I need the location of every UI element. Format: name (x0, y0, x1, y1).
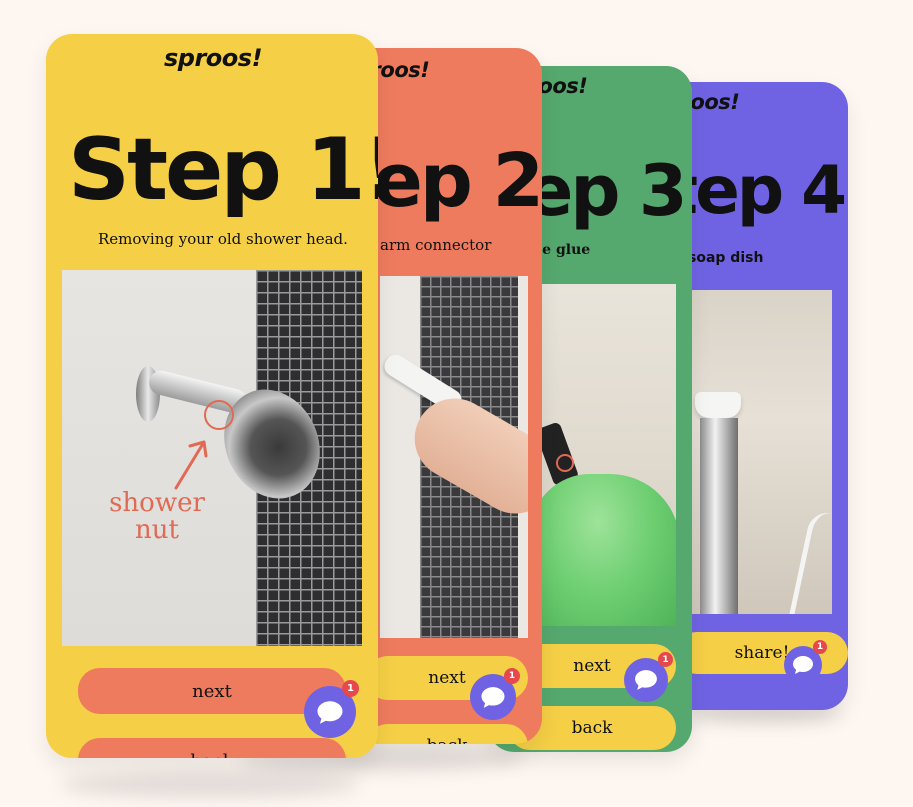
chat-bubble-icon (317, 700, 343, 724)
green-glove (540, 474, 676, 626)
back-button[interactable]: back (366, 724, 528, 744)
card-shadow (60, 772, 360, 798)
arrow-icon (174, 440, 208, 490)
chat-bubble-icon (793, 656, 813, 674)
shower-pole (700, 418, 738, 614)
shower-nut-label: shower nut (102, 490, 212, 544)
shower-nut-marker (204, 400, 234, 430)
step-subtitle: soap dish (688, 250, 764, 266)
notification-badge: 1 (658, 652, 673, 667)
step-photo: shower nut (62, 270, 362, 646)
shower-nut-label-line2: nut (135, 515, 179, 545)
step-title: Step 1! (68, 120, 378, 220)
chat-bubble-icon (635, 670, 657, 690)
step-subtitle: Removing your old shower head. (98, 230, 348, 248)
brand-logo: sproos! (164, 44, 263, 72)
notification-badge: 1 (342, 680, 359, 697)
step-photo (540, 284, 676, 626)
shower-nut-label-line1: shower (109, 488, 205, 518)
red-marker (556, 454, 574, 472)
step-photo (380, 276, 528, 638)
back-button[interactable]: back (78, 738, 346, 758)
step-1-card: sproos! Step 1! Removing your old shower… (46, 34, 378, 758)
chat-bubble-icon (481, 686, 505, 708)
notification-badge: 1 (813, 640, 827, 654)
step-subtitle: arm connector (380, 236, 492, 254)
step-photo (690, 290, 832, 614)
soap-dish-mount (695, 392, 741, 418)
notification-badge: 1 (504, 668, 520, 684)
shower-hose (788, 509, 832, 614)
